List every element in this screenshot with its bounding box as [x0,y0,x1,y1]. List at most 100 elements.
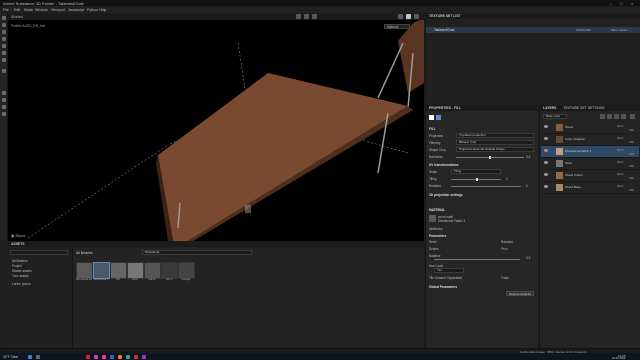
asset-thumb-4[interactable] [127,262,144,279]
paint-tool-icon[interactable] [1,16,6,20]
menu-python[interactable]: Python [87,8,98,12]
texture-set-shader[interactable]: Main shader [611,28,628,32]
picker-tool-icon[interactable] [1,58,6,62]
param-useload-value[interactable]: Yes [434,268,464,273]
app-icon-2[interactable] [94,354,98,359]
layer-opacity-wood[interactable]: 100 [629,128,634,132]
restore-defaults-button[interactable]: Restore defaults [506,291,534,296]
layer-mode-wood[interactable]: Norm [617,124,624,128]
menu-file[interactable]: File [3,8,9,12]
screenshot-icon[interactable] [312,14,317,19]
layer-opacity-wood-colour[interactable]: 100 [629,176,634,180]
assets-filter-input[interactable] [10,250,68,255]
assets-search-input[interactable]: Directional [142,250,252,255]
projection-dropdown[interactable]: Tri-planar projection [456,133,534,138]
param-balance-value[interactable]: 0.5 [526,256,530,260]
add-fill-icon[interactable] [607,114,612,119]
layer-row-color-variation[interactable]: Color Variation Norm 100 [541,134,639,146]
texture-set-row[interactable]: TableandChair 2048x2048 Main shader [426,27,640,33]
hardness-knob[interactable] [489,156,491,159]
scale-dropdown[interactable]: Tiling [451,169,501,174]
menu-help[interactable]: Help [99,8,106,12]
shader-settings-icon[interactable] [1,105,6,109]
symmetry-icon[interactable] [296,14,301,19]
bake-icon[interactable] [1,91,6,95]
tiling-knob[interactable] [476,178,478,181]
app-icon-3[interactable] [102,354,106,359]
layer-opacity-steel[interactable]: 100 [629,164,634,168]
uv-transform-section[interactable]: UV transformations [429,163,459,167]
viewport-mode[interactable]: Shaded [11,15,23,19]
layer-opacity-color-variation[interactable]: 100 [629,140,634,144]
geometry-fill-icon[interactable] [1,37,6,41]
search-icon[interactable] [36,354,40,359]
balance-slider[interactable] [434,259,520,260]
tiling-value[interactable]: 1 [506,177,508,181]
global-params-section[interactable]: Global Parameters [429,285,457,289]
app-icon-7[interactable] [134,354,138,359]
eraser-tool-icon[interactable] [1,23,6,27]
layer-row-directional-fabric[interactable]: Directional Fabric 1 Norm 100 [541,146,639,158]
menu-mode[interactable]: Mode [24,8,33,12]
projection-settings-section[interactable]: 3D projection settings [429,193,462,197]
param-seed-value[interactable]: Random [501,240,513,244]
material-icon[interactable] [436,115,441,120]
camera-mode-dropdown[interactable]: Material [384,24,410,29]
layer-mode-wood-colour[interactable]: Norm [617,172,624,176]
layer-row-wood-base[interactable]: Wood Base Norm 100 [541,182,639,194]
attributes-label[interactable]: Attributes [429,227,442,231]
brush-mode-icon[interactable] [406,14,411,19]
visibility-eye-icon[interactable] [544,173,548,176]
layer-mode-color-variation[interactable]: Norm [617,136,624,140]
param-tile-value[interactable]: False [501,276,509,280]
layer-row-wood-colour[interactable]: Wood Colour Norm 100 [541,170,639,182]
layer-opacity-wood-base[interactable]: 100 [629,188,634,192]
layer-mode-steel[interactable]: Norm [617,160,624,164]
menu-javascript[interactable]: Javascript [68,8,84,12]
layer-mode-wood-base[interactable]: Norm [617,184,624,188]
visibility-eye-icon[interactable] [544,125,548,128]
display-settings-icon[interactable] [1,98,6,102]
asset-thumb-7[interactable] [178,262,195,279]
add-folder-icon[interactable] [621,114,626,119]
delete-layer-icon[interactable] [630,114,635,119]
visibility-eye-icon[interactable] [544,161,548,164]
layer-row-steel[interactable]: Steel Norm 100 [541,158,639,170]
app-icon-6[interactable] [126,354,130,359]
visibility-eye-icon[interactable] [544,185,548,188]
app-icon-1[interactable] [86,354,90,359]
rotation-slider[interactable] [451,186,521,187]
tab-layers[interactable]: LAYERS [543,106,556,110]
tree-project[interactable]: Project [12,264,22,268]
viewport-3d[interactable] [8,13,424,241]
tree-your-assets[interactable]: Your assets [12,274,29,278]
parameters-section[interactable]: Parameters [429,234,446,238]
app-icon-5[interactable] [118,354,122,359]
visibility-eye-icon[interactable] [544,149,548,152]
asset-thumb-6[interactable] [161,262,178,279]
windows-start-icon[interactable] [28,354,32,359]
menu-window[interactable]: Window [35,8,48,12]
tree-extra[interactable]: Lorem Ipsum [12,282,31,286]
visibility-eye-icon[interactable] [544,137,548,140]
selection-tool-icon[interactable] [1,69,6,73]
smudge-tool-icon[interactable] [1,44,6,48]
material-thumb[interactable] [429,215,436,222]
hardness-value[interactable]: 0.5 [526,155,530,159]
camera-icon[interactable] [304,14,309,19]
asset-thumb-1[interactable] [76,262,93,279]
app-icon-4[interactable] [110,354,114,359]
channel-dropdown[interactable]: Base color [543,114,567,119]
projection-tool-icon[interactable] [1,30,6,34]
add-mask-icon[interactable] [614,114,619,119]
tab-texture-set-settings[interactable]: TEXTURE SET SETTINGS [563,106,604,110]
tree-all-libraries[interactable]: All libraries [12,259,28,263]
menu-viewport[interactable]: Viewport [51,8,65,12]
export-icon[interactable] [1,112,6,116]
menu-edit[interactable]: Edit [14,8,20,12]
shape-crop-dropdown[interactable]: Projection Extends Outside Shape [456,147,534,152]
paint-mode-icon[interactable] [398,14,403,19]
layer-mode-directional-fabric[interactable]: Norm [617,148,624,152]
layer-opacity-directional-fabric[interactable]: 100 [629,152,634,156]
asset-thumb-2[interactable] [93,262,110,279]
